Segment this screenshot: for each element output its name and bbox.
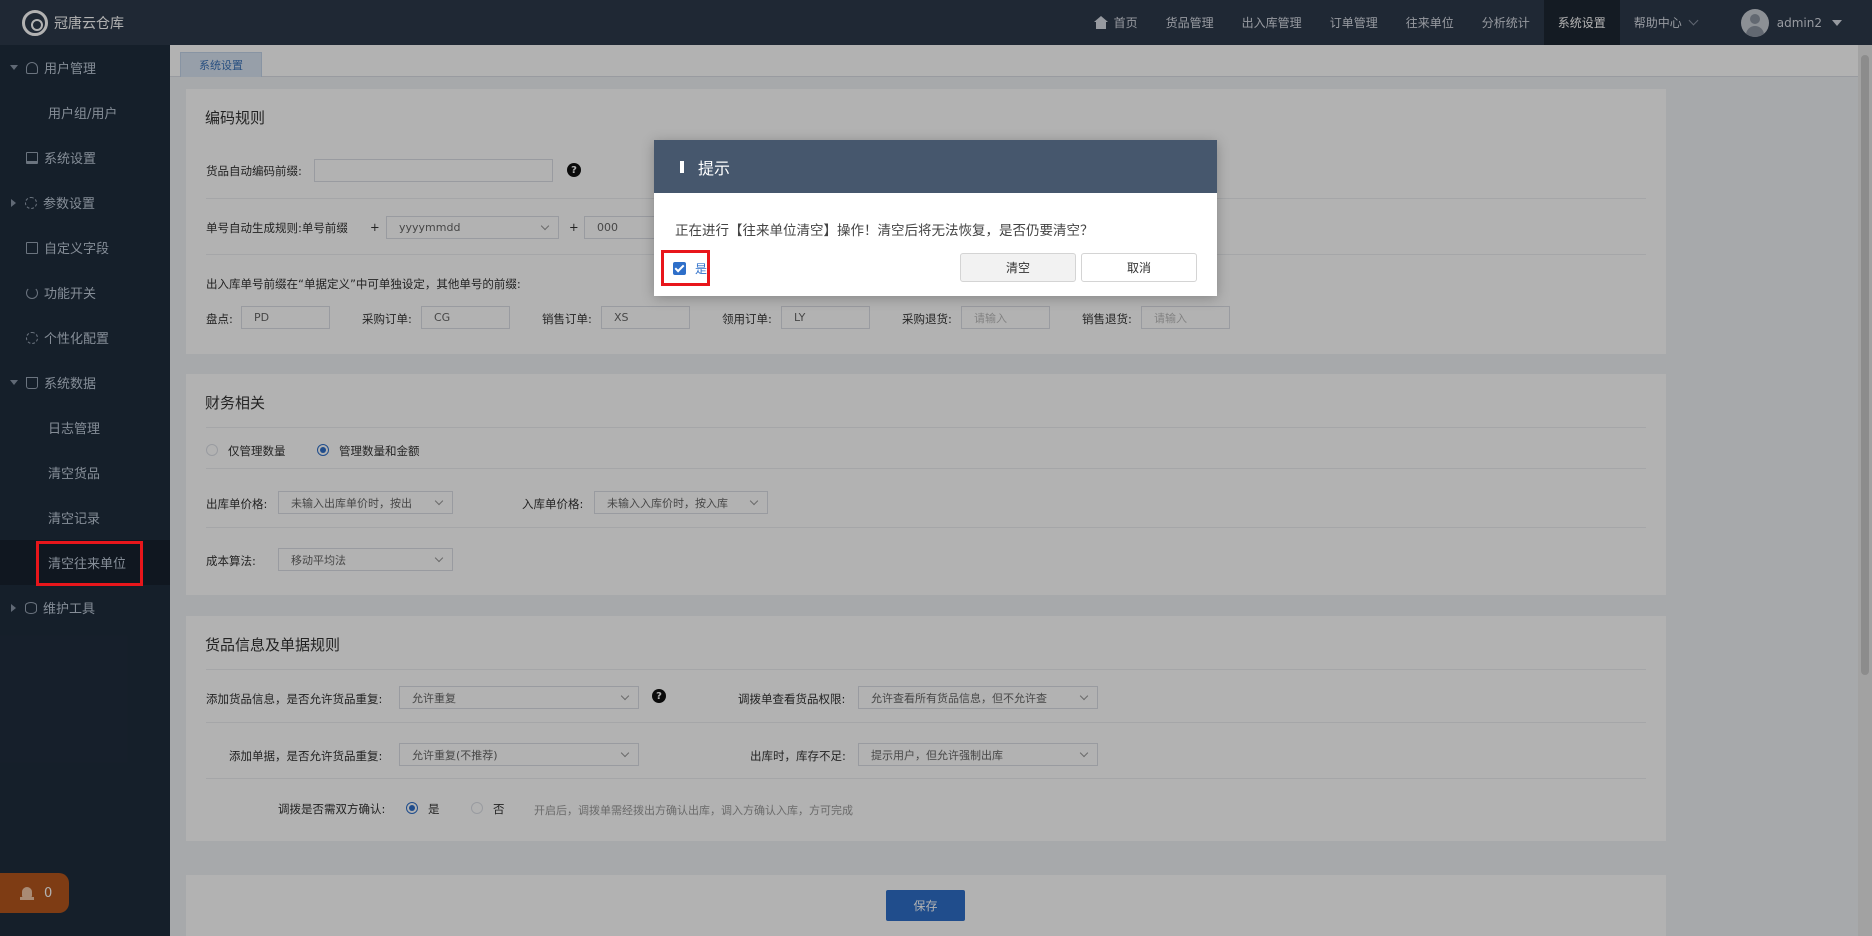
confirm-checkbox-label: 是 bbox=[694, 261, 707, 276]
confirm-dialog: 提示 正在进行【往来单位清空】操作！清空后将无法恢复，是否仍要清空？ 是 清空 … bbox=[654, 140, 1217, 296]
clear-button[interactable]: 清空 bbox=[960, 253, 1076, 282]
confirm-checkbox-wrap[interactable]: 是 bbox=[661, 250, 710, 286]
confirm-checkbox[interactable] bbox=[673, 261, 686, 275]
dialog-header: 提示 bbox=[654, 140, 1217, 193]
dialog-title: 提示 bbox=[698, 158, 731, 178]
highlight-clear-partners bbox=[36, 541, 143, 586]
dialog-message: 正在进行【往来单位清空】操作！清空后将无法恢复，是否仍要清空？ bbox=[675, 223, 1094, 239]
title-bar-icon bbox=[680, 160, 684, 173]
cancel-button[interactable]: 取消 bbox=[1081, 253, 1197, 282]
